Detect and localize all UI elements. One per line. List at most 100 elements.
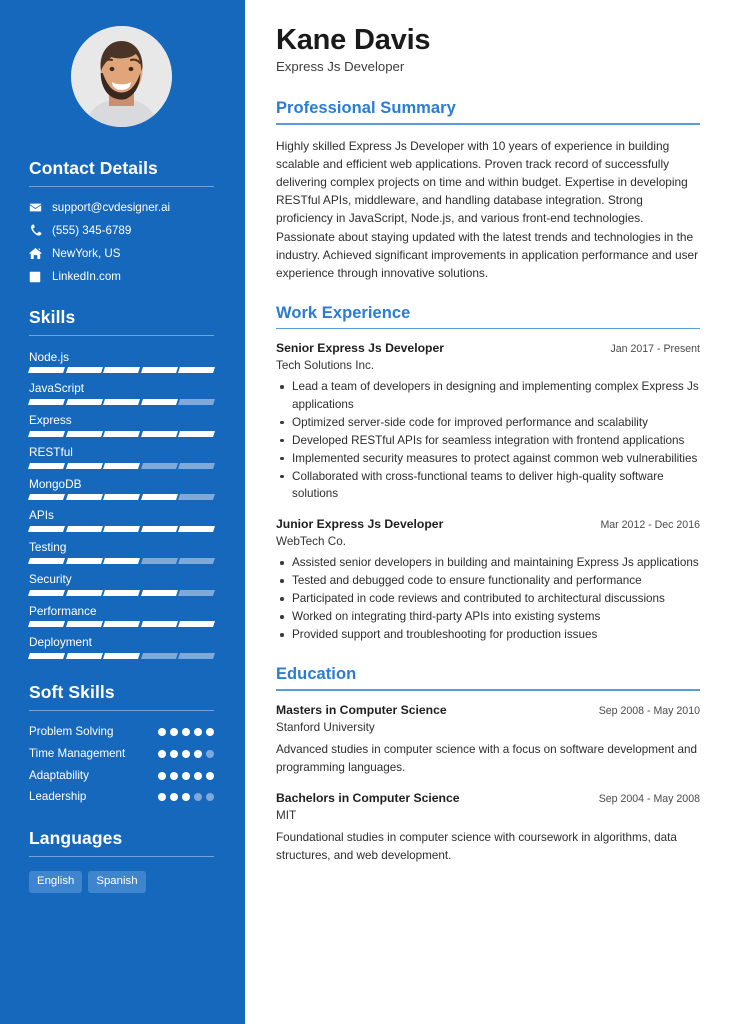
education-entry-description: Foundational studies in computer science… [276, 831, 677, 862]
home-icon [29, 247, 46, 260]
soft-skill-row: Time Management [29, 747, 214, 762]
contact-value-phone: (555) 345-6789 [52, 223, 132, 237]
skill-row: Express [28, 413, 215, 437]
work-entry: Senior Express Js Developer Jan 2017 - Pr… [276, 341, 700, 502]
skill-level-bar [28, 462, 215, 469]
skill-segment [140, 430, 178, 437]
contact-item-email[interactable]: support@cvdesigner.ai [29, 201, 214, 215]
rating-dot [194, 749, 202, 758]
skill-segment [178, 367, 215, 374]
rating-dot [170, 749, 178, 758]
education-entry-degree: Masters in Computer Science [276, 703, 447, 718]
education-entry-description: Advanced studies in computer science wit… [276, 743, 697, 774]
skill-level-bar [28, 589, 215, 596]
skill-segment [178, 430, 215, 437]
skill-label: Deployment [29, 635, 92, 650]
education-entry-date: Sep 2008 - May 2010 [598, 705, 700, 718]
language-tag: Spanish [88, 871, 146, 893]
rating-dot [206, 727, 214, 736]
skill-label: Testing [29, 540, 67, 555]
contact-item-location[interactable]: NewYork, US [29, 247, 214, 261]
rating-dot [158, 771, 166, 780]
skill-level-bar [28, 557, 215, 564]
skill-segment [28, 430, 65, 437]
skill-segment [140, 621, 178, 628]
contact-item-linkedin[interactable]: LinkedIn.com [29, 270, 214, 284]
skill-row: APIs [28, 508, 215, 533]
rating-dot [182, 793, 190, 802]
work-entry-company: WebTech Co. [276, 534, 346, 548]
contact-item-phone[interactable]: (555) 345-6789 [29, 224, 214, 238]
soft-skill-label: Time Management [29, 746, 126, 760]
list-item: Participated in code reviews and contrib… [276, 590, 700, 607]
skill-segment [65, 652, 103, 659]
contact-value-linkedin: LinkedIn.com [52, 269, 121, 283]
skill-segment [103, 399, 140, 406]
soft-skills-section: Soft Skills Problem Solving Time Manageme… [29, 682, 214, 805]
skills-list: Node.js JavaScript Express RESTful MongoDB AP… [28, 350, 215, 659]
work-entry-title: Junior Express Js Developer [276, 517, 444, 532]
avatar-container [29, 26, 214, 127]
languages-heading: Languages [29, 828, 123, 849]
skill-segment [65, 526, 103, 533]
rating-dot [170, 771, 178, 780]
skill-segment [65, 494, 103, 501]
education-entry-school: Stanford University [276, 720, 375, 734]
skill-segment [65, 367, 103, 374]
skill-segment [178, 557, 215, 564]
skill-level-bar [28, 494, 215, 501]
skill-label: APIs [29, 508, 54, 523]
work-experience-heading: Work Experience [276, 303, 411, 322]
list-item: Lead a team of developers in designing a… [276, 378, 700, 412]
skill-row: MongoDB [28, 477, 215, 501]
rating-dot [158, 727, 166, 736]
rating-dot [170, 793, 178, 802]
sidebar: Contact Details support@cvdesigner.ai (5… [0, 0, 245, 1024]
professional-summary-heading: Professional Summary [276, 99, 456, 118]
education-entries: Masters in Computer Science Sep 2008 - Ma… [276, 703, 700, 864]
contact-divider [29, 186, 214, 187]
work-entry-company: Tech Solutions Inc. [276, 359, 375, 373]
soft-skills-list: Problem Solving Time Management Adaptabili… [29, 725, 214, 805]
skill-segment [103, 557, 140, 564]
skill-level-bar [28, 621, 215, 628]
skill-segment [178, 462, 215, 469]
skill-segment [103, 462, 140, 469]
education-entry-header: Bachelors in Computer Science Sep 2004 - … [276, 791, 700, 807]
education-entry-date: Sep 2004 - May 2008 [598, 793, 700, 806]
skill-segment [28, 589, 65, 596]
skill-label: RESTful [29, 444, 73, 459]
skill-segment [65, 462, 103, 469]
list-item: Collaborated with cross-functional teams… [276, 468, 700, 502]
soft-skill-label: Adaptability [29, 768, 89, 782]
contact-list: support@cvdesigner.ai (555) 345-6789 New… [29, 201, 214, 284]
skill-row: RESTful [28, 444, 215, 469]
soft-skill-label: Problem Solving [29, 724, 114, 738]
soft-skill-row: Problem Solving [29, 725, 214, 740]
rating-dot [206, 793, 214, 802]
contact-details-heading: Contact Details [29, 158, 158, 178]
skill-segment [103, 652, 140, 659]
skill-level-bar [28, 526, 215, 533]
education-entry-header: Masters in Computer Science Sep 2008 - Ma… [276, 703, 700, 719]
skill-segment [65, 430, 103, 437]
rating-dot [182, 727, 190, 736]
skill-segment [103, 494, 140, 501]
skill-segment [140, 557, 178, 564]
work-entry-title: Senior Express Js Developer [276, 341, 445, 356]
skill-segment [103, 621, 140, 628]
list-item: Worked on integrating third-party APIs i… [276, 608, 700, 625]
soft-skill-label: Leadership [29, 790, 87, 804]
soft-skill-row: Leadership [29, 790, 214, 805]
rating-dot [158, 793, 166, 802]
contact-value-location: NewYork, US [52, 246, 121, 260]
linkedin-icon [29, 271, 46, 283]
skills-divider [29, 334, 214, 336]
list-item: Optimized server-side code for improved … [276, 414, 700, 431]
skill-segment [103, 589, 140, 596]
skill-row: Performance [28, 604, 215, 628]
soft-skills-divider [29, 709, 214, 711]
resume-page: Contact Details support@cvdesigner.ai (5… [0, 0, 730, 1024]
rating-dot [206, 749, 214, 758]
soft-skill-rating [158, 725, 214, 736]
